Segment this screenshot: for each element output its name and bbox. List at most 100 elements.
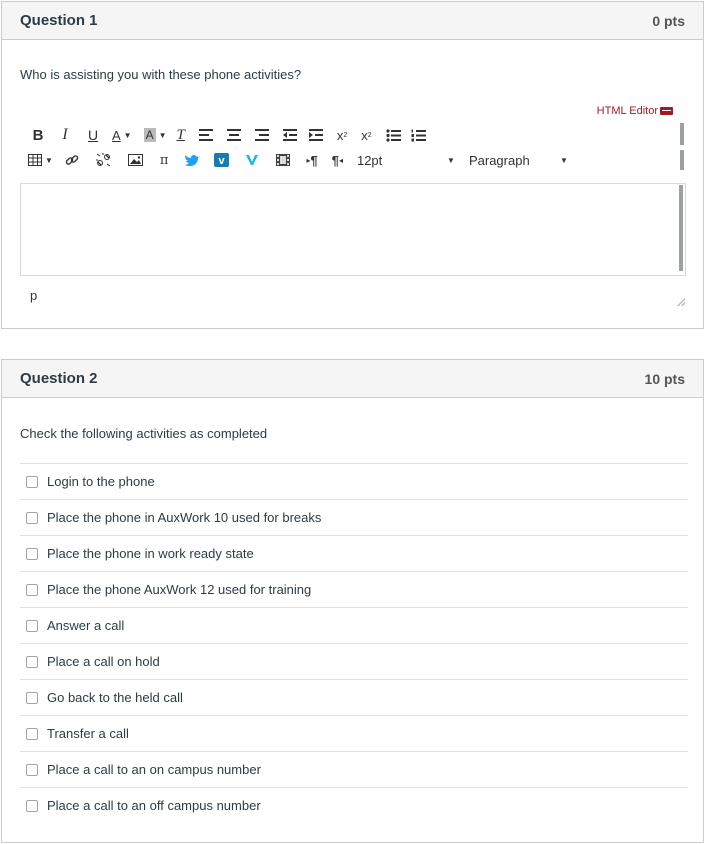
unlink-button[interactable] — [95, 150, 111, 170]
chevron-down-icon: ▼ — [560, 155, 568, 165]
question-2-header: Question 2 10 pts — [2, 360, 703, 398]
indent-icon — [308, 129, 323, 141]
checkbox[interactable] — [26, 619, 38, 632]
question-2-title: Question 2 — [20, 370, 98, 387]
table-button[interactable]: ▼ — [28, 150, 53, 170]
svg-text:v: v — [219, 155, 226, 167]
checkbox[interactable] — [26, 763, 38, 776]
editor-scrollbar[interactable] — [679, 185, 683, 271]
media-button[interactable] — [276, 150, 291, 170]
editor-toolbar-row-1: B I U A ▼ A ▼ T x2 x2 — [28, 125, 426, 145]
question-1-title: Question 1 — [20, 12, 98, 29]
vimeo-icon: v — [214, 153, 230, 167]
question-1-card: Question 1 0 pts Who is assisting you wi… — [1, 1, 704, 329]
answer-option[interactable]: Login to the phone — [20, 463, 688, 499]
answer-label: Transfer a call — [47, 726, 129, 741]
link-icon — [65, 155, 79, 165]
ltr-icon: ¶ — [310, 152, 318, 168]
numbered-list-button[interactable] — [411, 125, 426, 145]
answer-option[interactable]: Transfer a call — [20, 715, 688, 751]
clear-formatting-button[interactable]: T — [177, 125, 185, 145]
question-1-points: 0 pts — [652, 12, 685, 29]
question-2-text: Check the following activities as comple… — [20, 426, 268, 441]
answer-option[interactable]: Answer a call — [20, 607, 688, 643]
checkbox[interactable] — [26, 727, 38, 740]
answer-label: Login to the phone — [47, 474, 155, 489]
checkbox[interactable] — [26, 799, 38, 812]
font-size-value: 12pt — [356, 152, 383, 168]
chevron-down-icon: ▼ — [45, 155, 53, 165]
outdent-icon — [282, 129, 297, 141]
film-icon — [276, 154, 291, 166]
arrow-left-icon: ◂ — [338, 155, 343, 165]
checkbox[interactable] — [26, 475, 38, 488]
rtl-button[interactable]: ¶ ◂ — [332, 150, 343, 170]
answer-option[interactable]: Place the phone in work ready state — [20, 535, 688, 571]
answer-label: Place a call on hold — [47, 654, 160, 669]
math-equation-button[interactable]: π — [160, 150, 169, 170]
checkbox[interactable] — [26, 583, 38, 596]
image-icon — [127, 154, 143, 166]
link-button[interactable] — [65, 150, 79, 170]
superscript-button[interactable]: x2 — [337, 125, 347, 145]
bold-button[interactable]: B — [28, 125, 48, 145]
answer-option[interactable]: Go back to the held call — [20, 679, 688, 715]
align-center-icon — [226, 129, 241, 141]
html-editor-label: HTML Editor — [596, 105, 658, 117]
align-left-icon — [198, 129, 213, 141]
align-right-button[interactable] — [254, 125, 269, 145]
resize-handle-icon[interactable] — [677, 298, 685, 306]
question-1-header: Question 1 0 pts — [2, 2, 703, 40]
toolbar-scrollbar-1[interactable] — [680, 123, 684, 145]
answer-option[interactable]: Place a call to an on campus number — [20, 751, 688, 787]
underline-button[interactable]: U — [86, 125, 100, 145]
background-color-icon: A — [143, 128, 156, 142]
editor-toolbar-row-2: ▼ π v ▸ ¶ ¶ ◂ 12pt ▼ Paragraph ▼ — [28, 150, 568, 170]
checkbox[interactable] — [26, 511, 38, 524]
html-editor-link[interactable]: HTML Editor — [597, 105, 673, 117]
font-color-icon: A — [112, 127, 121, 143]
chevron-down-icon: ▼ — [158, 130, 167, 140]
editor-status-path: p — [30, 288, 38, 303]
numbered-list-icon — [411, 129, 426, 141]
indent-button[interactable] — [308, 125, 323, 145]
answer-label: Place a call to an off campus number — [47, 798, 261, 813]
twitter-icon — [185, 154, 201, 166]
chevron-down-icon: ▼ — [123, 130, 132, 140]
align-right-icon — [254, 129, 269, 141]
twitter-button[interactable] — [185, 150, 201, 170]
checkbox[interactable] — [26, 691, 38, 704]
answer-option[interactable]: Place a call to an off campus number — [20, 787, 688, 823]
font-size-select[interactable]: 12pt ▼ — [357, 150, 455, 170]
image-button[interactable] — [127, 150, 143, 170]
outdent-button[interactable] — [282, 125, 297, 145]
answer-option[interactable]: Place the phone AuxWork 12 used for trai… — [20, 571, 688, 607]
rich-text-editor-area[interactable] — [20, 183, 686, 276]
font-color-button[interactable]: A ▼ — [112, 125, 132, 145]
vimeo-embed-button[interactable] — [246, 150, 259, 170]
answer-option[interactable]: Place the phone in AuxWork 10 used for b… — [20, 499, 688, 535]
checkbox[interactable] — [26, 547, 38, 560]
toolbar-scrollbar-2[interactable] — [680, 150, 684, 170]
background-color-button[interactable]: A ▼ — [143, 125, 167, 145]
align-left-button[interactable] — [198, 125, 213, 145]
rtl-icon: ¶ — [331, 152, 339, 168]
question-2-card: Question 2 10 pts Check the following ac… — [1, 359, 704, 843]
ltr-button[interactable]: ▸ ¶ — [306, 150, 317, 170]
subscript-button[interactable]: x2 — [361, 125, 371, 145]
answer-label: Place the phone in AuxWork 10 used for b… — [47, 510, 322, 525]
bullet-list-icon — [386, 128, 401, 142]
answer-option[interactable]: Place a call on hold — [20, 643, 688, 679]
question-1-text: Who is assisting you with these phone ac… — [20, 67, 302, 82]
align-center-button[interactable] — [226, 125, 241, 145]
bullet-list-button[interactable] — [386, 125, 401, 145]
italic-button[interactable]: I — [58, 125, 72, 145]
format-select[interactable]: Paragraph ▼ — [469, 150, 568, 170]
checkbox[interactable] — [26, 655, 38, 668]
unlink-icon — [95, 153, 111, 167]
format-value: Paragraph — [468, 152, 530, 168]
answer-label: Place a call to an on campus number — [47, 762, 261, 777]
vimeo-button[interactable]: v — [214, 150, 230, 170]
table-icon — [28, 154, 42, 166]
question-2-points: 10 pts — [644, 370, 685, 387]
